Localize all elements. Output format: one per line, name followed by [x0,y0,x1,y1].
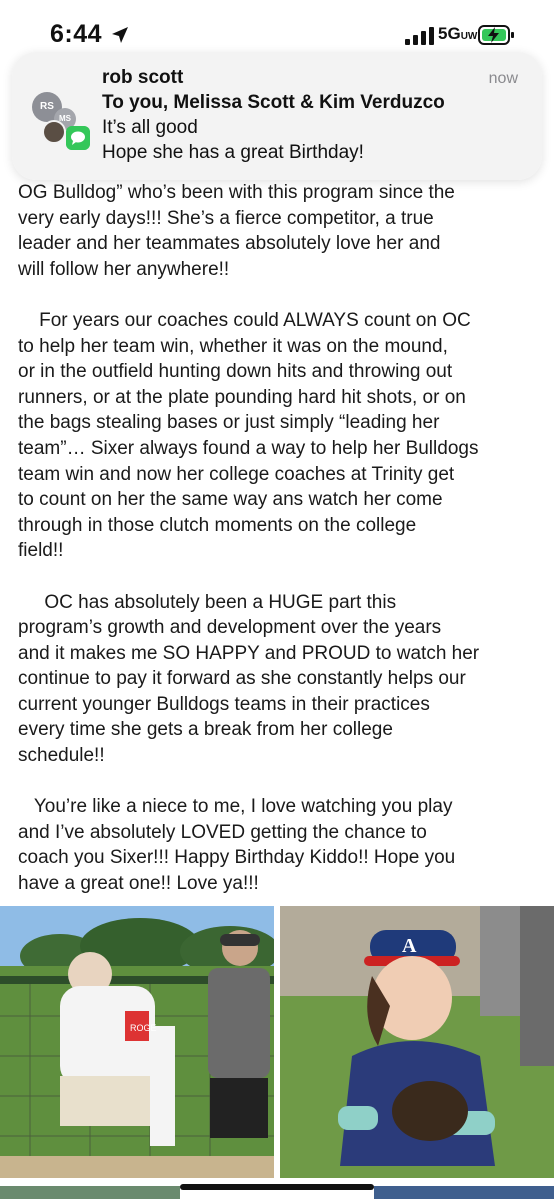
post-line: OG Bulldog” who’s been with this program… [18,182,455,203]
location-arrow-icon [112,27,128,43]
post-line: runners, or at the plate pounding hard h… [18,386,466,408]
battery-charging-icon [478,25,514,45]
clock: 6:44 [50,20,103,48]
softball-hug-photo[interactable]: ROGE [0,906,274,1178]
notification-time: now [488,70,518,87]
post-line: very early days!!! She’s a fierce compet… [18,207,434,229]
notification-sender: rob scott [102,67,184,88]
post-line: program’s growth and development over th… [18,617,442,639]
network-indicator: 5GUW [438,24,477,44]
girl-with-glove-photo[interactable]: A [280,906,554,1178]
home-indicator[interactable] [180,1184,374,1190]
photo-illustration: A [280,906,554,1178]
post-line: through in those clutch moments on the c… [18,514,417,536]
notification-message-line: It’s all good [102,117,198,138]
messages-icon [66,126,90,150]
post-line: team”… Sixer always found a way to help … [18,437,479,459]
post-line: team win and now her college coaches at … [18,463,455,485]
post-line: leader and her teammates absolutely love… [18,233,441,255]
post-line: or in the outfield hunting down hits and… [18,361,453,383]
post-text: OG Bulldog” who’s been with this program… [18,180,548,897]
group-avatar: RS MS [32,92,92,152]
notification-message-line: Hope she has a great Birthday! [102,142,364,163]
post-line: have a great one!! Love ya!!! [18,873,259,895]
post-line: will follow her anywhere!! [18,258,230,280]
post-line: For years our coaches could ALWAYS count… [18,309,471,331]
network-label: 5G [438,24,461,43]
post-line: OC has absolutely been a HUGE part this [18,591,397,613]
photo-illustration: ROGE [0,906,274,1178]
post-line: coach you Sixer!!! Happy Birthday Kiddo!… [18,847,456,869]
post-line: to help her team win, whether it was on … [18,335,448,357]
message-notification[interactable]: RS MS rob scott To you, Melissa Scott & … [12,52,542,180]
post-line: to count on her the same way ans watch h… [18,489,443,511]
notification-recipients: To you, Melissa Scott & Kim Verduzco [102,92,445,113]
post-line: every time she gets a break from her col… [18,719,393,741]
post-line: continue to pay it forward as she consta… [18,668,466,690]
post-line: and it makes me SO HAPPY and PROUD to wa… [18,642,480,664]
network-suffix: UW [460,31,478,42]
post-line: current younger Bulldogs teams in their … [18,693,430,715]
cap-letter: A [402,935,417,957]
photo-strip [0,1186,180,1199]
post-line: schedule!! [18,745,105,767]
avatar-photo [42,120,66,144]
photo-strip [374,1186,554,1199]
jersey-text: ROGE [130,1023,157,1033]
post-line: the bags stealing bases or just simply “… [18,412,440,434]
signal-bars-icon [405,27,434,45]
post-line: You’re like a niece to me, I love watchi… [18,796,453,818]
notification-content: rob scott To you, Melissa Scott & Kim Ve… [102,66,522,165]
post-line: field!! [18,540,64,562]
post-line: and I’ve absolutely LOVED getting the ch… [18,821,427,843]
